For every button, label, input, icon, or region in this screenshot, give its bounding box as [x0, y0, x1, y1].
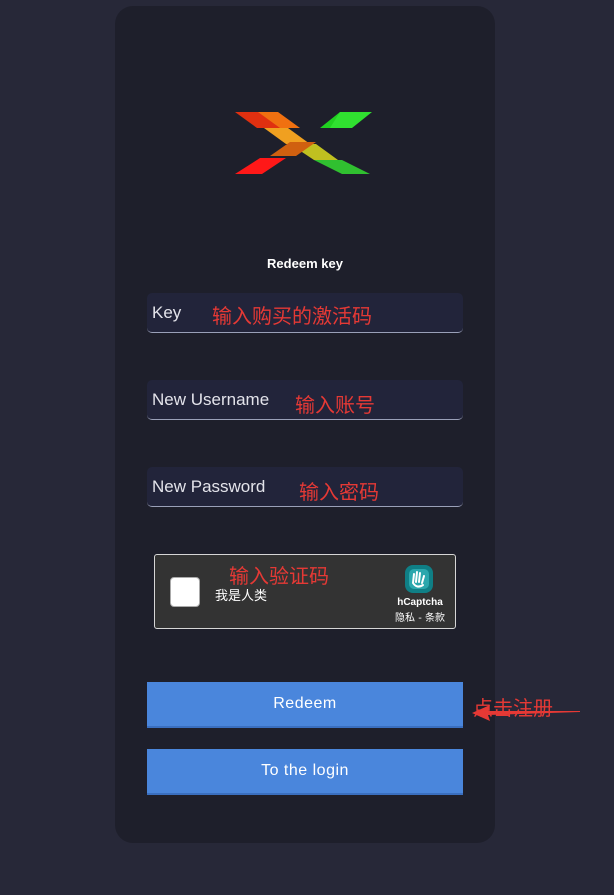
captcha-brand: hCaptcha [397, 597, 443, 608]
red-arrow-icon [472, 705, 580, 721]
password-field[interactable]: New Password [147, 467, 463, 507]
x-logo-icon [235, 112, 372, 174]
captcha-label: 我是人类 [215, 589, 268, 604]
username-input[interactable] [147, 380, 463, 419]
hcaptcha-hand-icon [405, 565, 433, 593]
password-input[interactable] [147, 467, 463, 506]
page: Redeem key Key 输入购买的激活码 New Username 输入账… [0, 0, 614, 895]
key-input[interactable] [147, 293, 463, 332]
username-field[interactable]: New Username [147, 380, 463, 420]
redeem-button[interactable]: Redeem [147, 682, 463, 728]
login-button[interactable]: To the login [147, 749, 463, 795]
hcaptcha-widget: 我是人类 hCaptcha 隐私 - 条款 输入验证码 [154, 554, 456, 629]
captcha-privacy-terms-link[interactable]: 隐私 - 条款 [380, 609, 460, 624]
key-field[interactable]: Key [147, 293, 463, 333]
captcha-checkbox[interactable] [170, 577, 200, 607]
redeem-card: Redeem key Key 输入购买的激活码 New Username 输入账… [115, 6, 580, 843]
page-subtitle: Redeem key [267, 256, 343, 271]
